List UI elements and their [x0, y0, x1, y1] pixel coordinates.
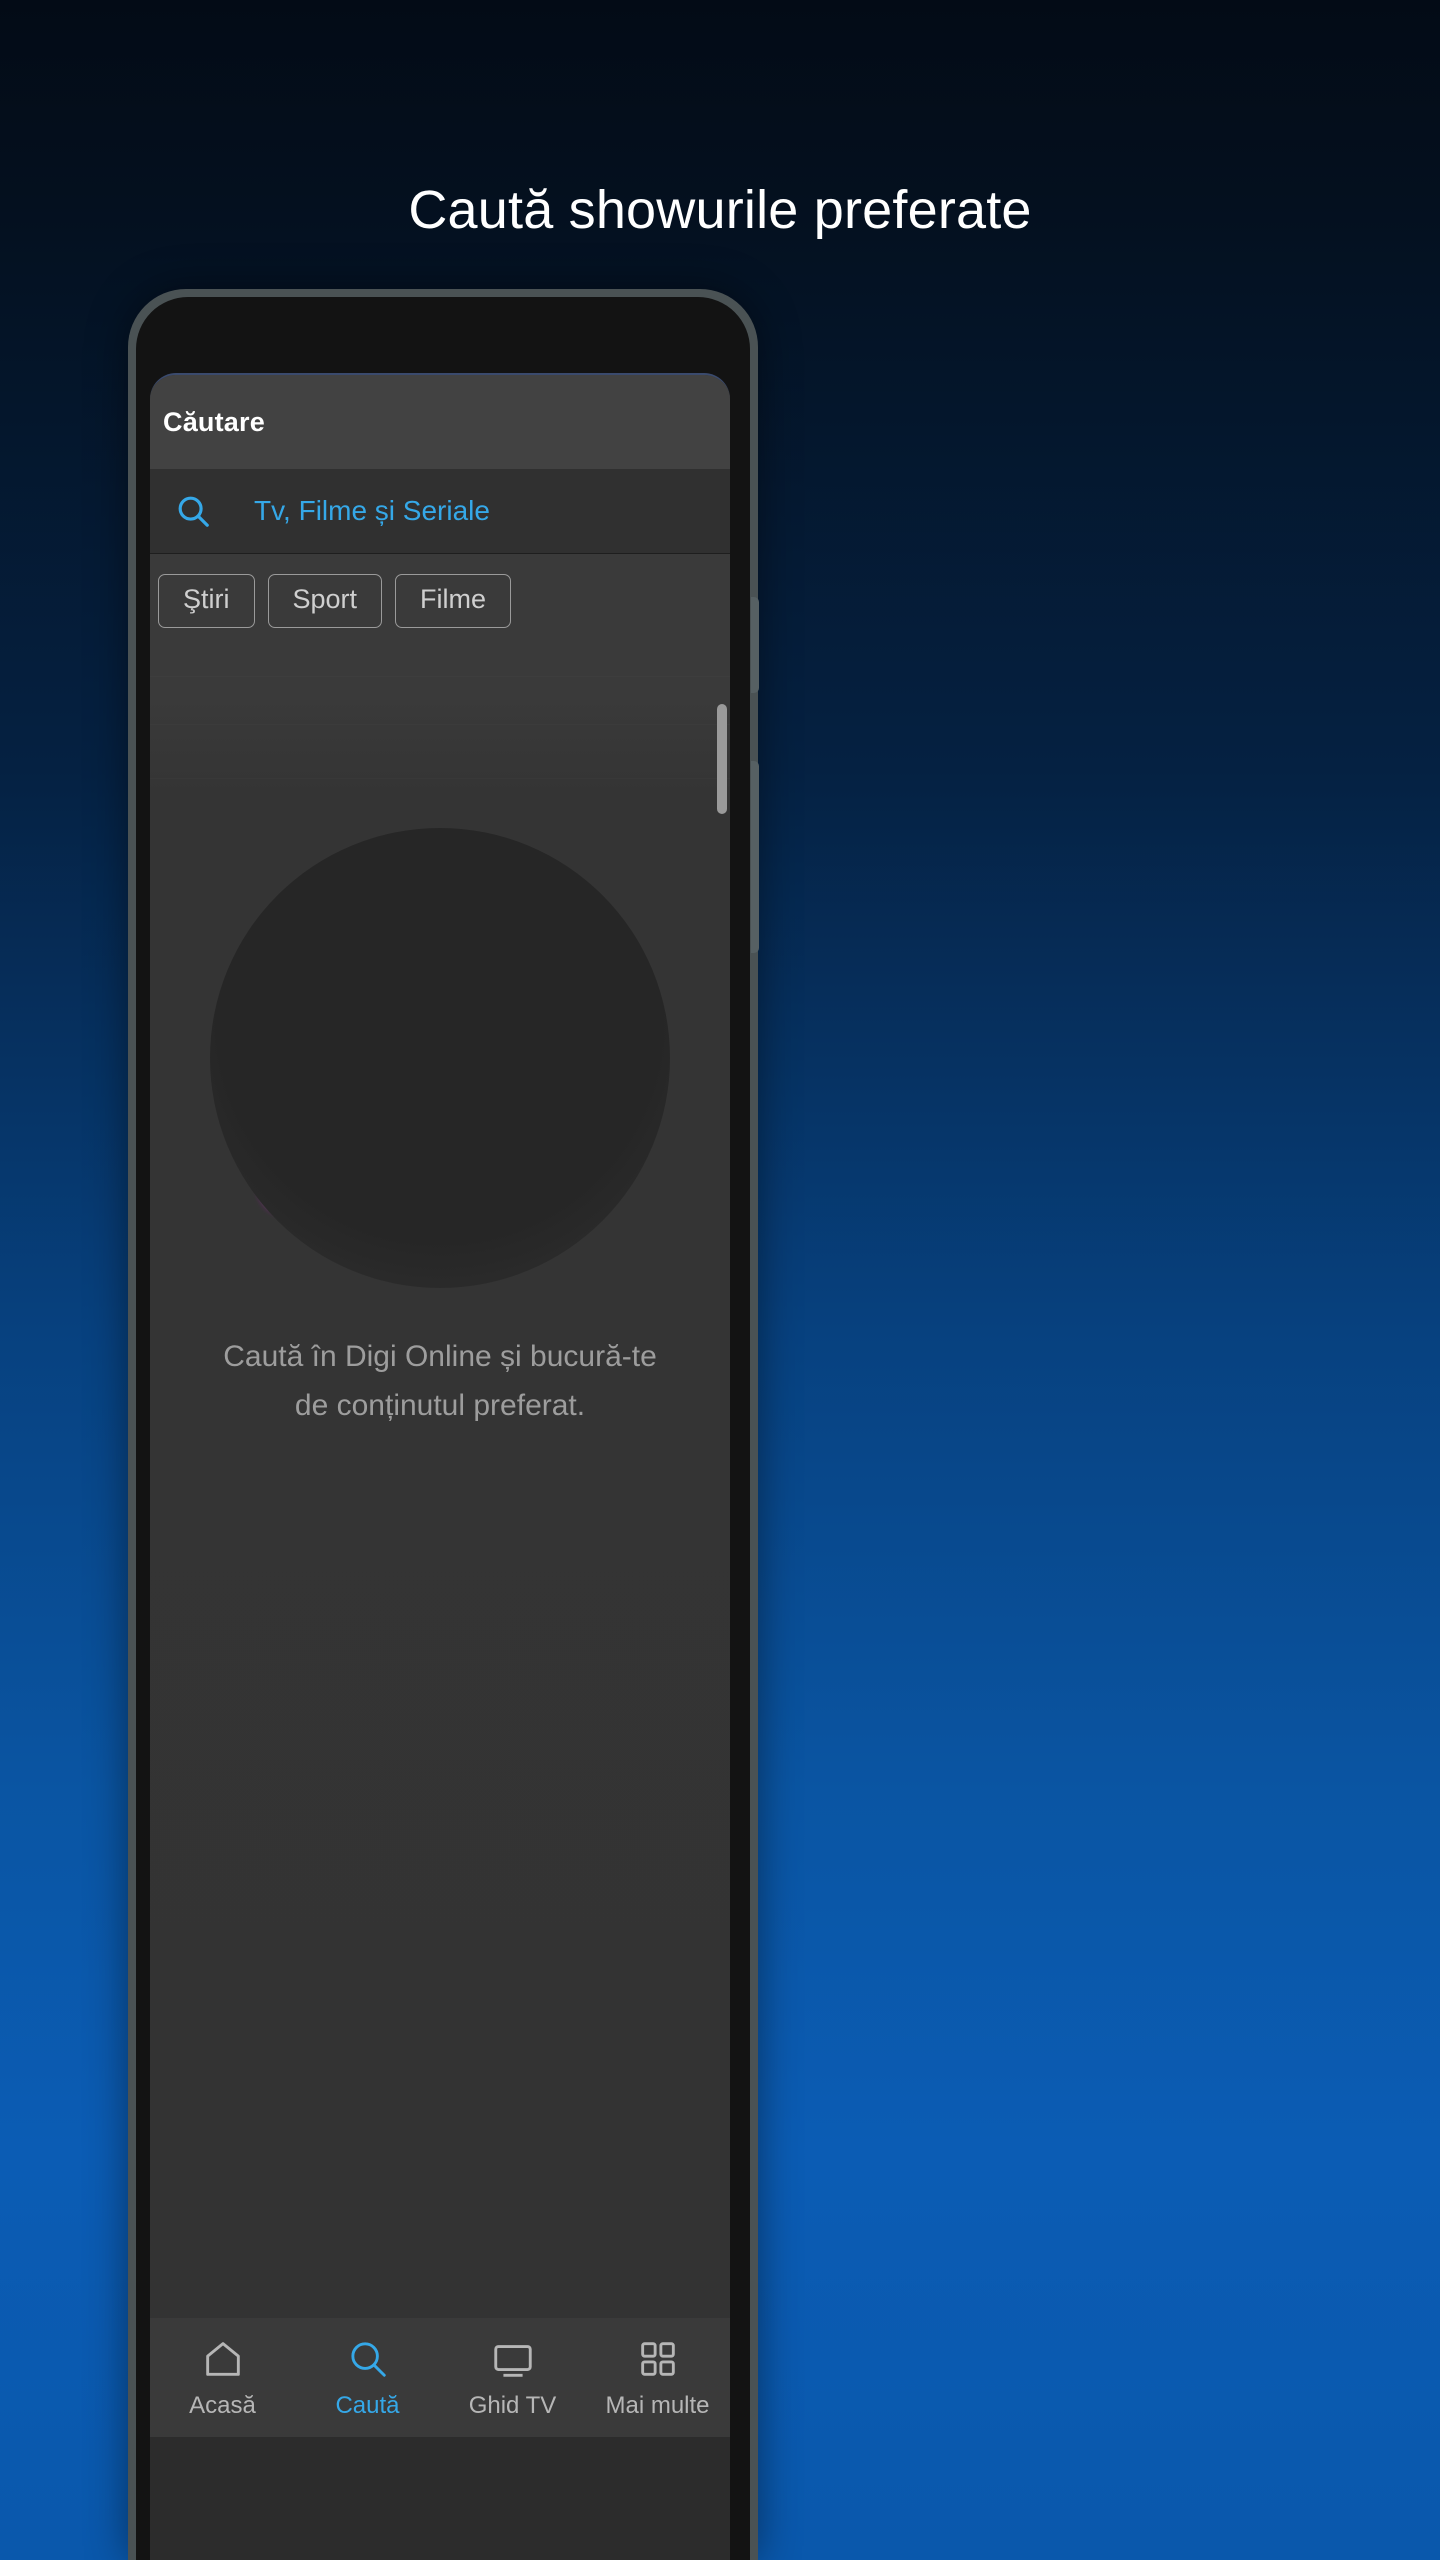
filter-chip-row: Ştiri Sport Filme	[150, 554, 730, 628]
search-results-area: Caută în Digi Online și bucură-te de con…	[150, 628, 730, 2317]
app-bar: Căutare	[150, 375, 730, 469]
bottom-navigation: Acasă Caută Ghid TV Mai multe	[150, 2317, 730, 2437]
nav-label-mai-multe: Mai multe	[605, 2391, 710, 2419]
nav-item-cauta[interactable]: Caută	[295, 2336, 440, 2420]
system-gesture-bar	[150, 2437, 730, 2560]
search-icon	[174, 492, 212, 530]
empty-state-line-1: Caută în Digi Online și bucură-te	[223, 1340, 657, 1373]
nav-item-ghid-tv[interactable]: Ghid TV	[440, 2336, 585, 2420]
chip-stiri[interactable]: Ştiri	[158, 574, 255, 628]
illustration-disc	[210, 828, 670, 1288]
page-title: Caută showurile preferate	[408, 180, 1032, 240]
tv-guide-icon	[490, 2336, 536, 2382]
nav-label-cauta: Caută	[335, 2391, 400, 2419]
home-icon	[200, 2336, 246, 2382]
search-bar[interactable]: Tv, Filme și Seriale	[150, 469, 730, 554]
vertical-scrollbar[interactable]	[717, 704, 727, 814]
app-screen: Căutare Tv, Filme și Seriale Ştiri Sport…	[150, 373, 730, 2560]
search-icon	[345, 2336, 391, 2382]
nav-item-acasa[interactable]: Acasă	[150, 2336, 295, 2420]
volume-button	[751, 597, 759, 693]
magnifier-illustration	[210, 828, 670, 1288]
empty-state-line-2: de conținutul preferat.	[294, 1388, 586, 1422]
nav-label-acasa: Acasă	[189, 2391, 256, 2419]
grid-more-icon	[635, 2336, 681, 2382]
power-button	[751, 761, 759, 953]
chip-sport[interactable]: Sport	[267, 574, 383, 628]
nav-item-mai-multe[interactable]: Mai multe	[585, 2336, 730, 2420]
search-input[interactable]: Tv, Filme și Seriale	[254, 495, 490, 527]
chip-filme[interactable]: Filme	[395, 574, 512, 628]
nav-label-ghid-tv: Ghid TV	[468, 2391, 557, 2419]
empty-state-caption: Caută în Digi Online și bucură-te de con…	[150, 1333, 730, 1430]
app-bar-title: Căutare	[163, 406, 265, 437]
